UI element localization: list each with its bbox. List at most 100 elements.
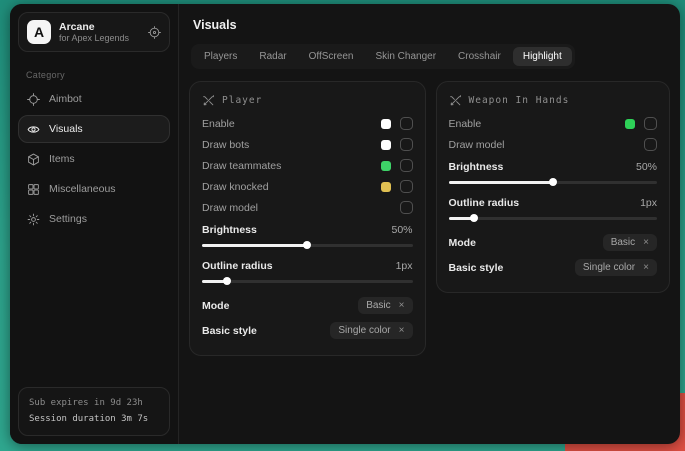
app-name: Arcane bbox=[59, 21, 140, 33]
sidebar-nav: Aimbot Visuals Items Miscellaneous Settings bbox=[10, 84, 178, 234]
chip-remove-icon[interactable]: × bbox=[643, 263, 649, 273]
panel-weapon-in-hands: Weapon In Hands Enable Draw model Brightnes… bbox=[436, 81, 671, 293]
sidebar-item-label: Miscellaneous bbox=[49, 183, 116, 195]
color-swatch[interactable] bbox=[625, 119, 635, 129]
slider-value: 50% bbox=[391, 224, 412, 236]
slider-label-row: Brightness50% bbox=[449, 158, 658, 176]
slider-label: Outline radius bbox=[202, 260, 273, 272]
toggle-row: Draw teammates bbox=[202, 155, 413, 176]
selected-option-chip[interactable]: Single color× bbox=[330, 322, 412, 339]
checkbox[interactable] bbox=[400, 138, 413, 151]
session-duration-text: Session duration 3m 7s bbox=[29, 412, 159, 427]
slider-track[interactable] bbox=[449, 217, 658, 220]
toggle-label: Enable bbox=[449, 118, 482, 130]
slider-thumb[interactable] bbox=[303, 241, 311, 249]
slider-setting: Brightness 50% bbox=[202, 221, 413, 250]
toggle-controls bbox=[381, 180, 413, 193]
sidebar-item-settings[interactable]: Settings bbox=[18, 205, 170, 233]
category-label: Category bbox=[26, 70, 178, 80]
chip-label: Basic bbox=[366, 300, 390, 311]
slider-setting: Brightness50% bbox=[449, 158, 658, 187]
app-meta: Arcane for Apex Legends bbox=[59, 21, 140, 43]
tab-players[interactable]: Players bbox=[194, 47, 247, 66]
target-icon[interactable] bbox=[148, 26, 161, 39]
slider[interactable] bbox=[202, 240, 413, 250]
color-swatch[interactable] bbox=[381, 119, 391, 129]
slider[interactable] bbox=[202, 276, 413, 286]
sidebar-item-visuals[interactable]: Visuals bbox=[18, 115, 170, 143]
slider-thumb[interactable] bbox=[223, 277, 231, 285]
sidebar: A Arcane for Apex Legends Category Aimbo… bbox=[10, 4, 179, 444]
main-content: Visuals PlayersRadarOffScreenSkin Change… bbox=[179, 4, 680, 444]
slider-value: 1px bbox=[396, 260, 413, 272]
app-header-card: A Arcane for Apex Legends bbox=[18, 12, 170, 52]
toggle-label: Draw bots bbox=[202, 139, 249, 151]
color-swatch[interactable] bbox=[381, 182, 391, 192]
toggle-controls bbox=[400, 201, 413, 214]
toggle-label: Draw teammates bbox=[202, 160, 281, 172]
subscription-info-card: Sub expires in 9d 23h Session duration 3… bbox=[18, 387, 170, 436]
toggle-row: Draw model bbox=[449, 134, 658, 155]
crosshair-icon bbox=[27, 93, 40, 106]
slider-label: Outline radius bbox=[449, 197, 520, 209]
app-subtitle: for Apex Legends bbox=[59, 33, 140, 43]
tab-offscreen[interactable]: OffScreen bbox=[299, 47, 364, 66]
toggle-row: Draw bots bbox=[202, 134, 413, 155]
sidebar-item-aimbot[interactable]: Aimbot bbox=[18, 85, 170, 113]
sidebar-item-items[interactable]: Items bbox=[18, 145, 170, 173]
color-swatch[interactable] bbox=[381, 140, 391, 150]
slider[interactable] bbox=[449, 177, 658, 187]
panel-header: Weapon In Hands bbox=[449, 94, 658, 107]
tab-bar: PlayersRadarOffScreenSkin ChangerCrossha… bbox=[191, 44, 575, 69]
slider-setting: Outline radius 1px bbox=[202, 257, 413, 286]
toggle-controls bbox=[381, 159, 413, 172]
slider-thumb[interactable] bbox=[470, 214, 478, 222]
chip-label: Basic bbox=[611, 237, 635, 248]
tab-crosshair[interactable]: Crosshair bbox=[448, 47, 511, 66]
sidebar-item-label: Visuals bbox=[49, 123, 83, 135]
grid-icon bbox=[27, 183, 40, 196]
chip-setting-label: Mode bbox=[202, 300, 229, 312]
checkbox[interactable] bbox=[400, 201, 413, 214]
slider-label: Brightness bbox=[202, 224, 257, 236]
sub-expires-text: Sub expires in 9d 23h bbox=[29, 396, 159, 411]
panels-container: Player Enable Draw bots Draw teammates Draw … bbox=[189, 81, 670, 356]
slider-track[interactable] bbox=[202, 280, 413, 283]
sidebar-item-miscellaneous[interactable]: Miscellaneous bbox=[18, 175, 170, 203]
slider-label: Brightness bbox=[449, 161, 504, 173]
checkbox[interactable] bbox=[644, 138, 657, 151]
color-swatch[interactable] bbox=[381, 161, 391, 171]
toggle-label: Draw model bbox=[202, 202, 258, 214]
checkbox[interactable] bbox=[400, 117, 413, 130]
tab-highlight[interactable]: Highlight bbox=[513, 47, 572, 66]
chip-remove-icon[interactable]: × bbox=[399, 326, 405, 336]
app-logo: A bbox=[27, 20, 51, 44]
toggle-row: Enable bbox=[202, 113, 413, 134]
toggle-label: Draw model bbox=[449, 139, 505, 151]
slider-setting: Outline radius1px bbox=[449, 194, 658, 223]
swords-icon bbox=[202, 94, 215, 107]
checkbox[interactable] bbox=[400, 180, 413, 193]
checkbox[interactable] bbox=[400, 159, 413, 172]
chip-label: Single color bbox=[583, 262, 635, 273]
toggle-controls bbox=[625, 117, 657, 130]
selected-option-chip[interactable]: Basic × bbox=[603, 234, 657, 251]
slider-thumb[interactable] bbox=[549, 178, 557, 186]
chip-remove-icon[interactable]: × bbox=[399, 301, 405, 311]
sidebar-spacer bbox=[10, 234, 178, 379]
chip-setting-label: Mode bbox=[449, 237, 476, 249]
sidebar-item-label: Aimbot bbox=[49, 93, 82, 105]
toggle-label: Draw knocked bbox=[202, 181, 269, 193]
chip-remove-icon[interactable]: × bbox=[643, 238, 649, 248]
checkbox[interactable] bbox=[644, 117, 657, 130]
slider-label-row: Brightness 50% bbox=[202, 221, 413, 239]
selected-option-chip[interactable]: Basic × bbox=[358, 297, 412, 314]
slider[interactable] bbox=[449, 213, 658, 223]
tab-radar[interactable]: Radar bbox=[249, 47, 296, 66]
panel-title: Player bbox=[222, 95, 262, 106]
gear-icon bbox=[27, 213, 40, 226]
sidebar-item-label: Items bbox=[49, 153, 75, 165]
selected-option-chip[interactable]: Single color × bbox=[575, 259, 657, 276]
chip-setting-row: Mode Basic × bbox=[449, 230, 658, 255]
tab-skin-changer[interactable]: Skin Changer bbox=[365, 47, 446, 66]
